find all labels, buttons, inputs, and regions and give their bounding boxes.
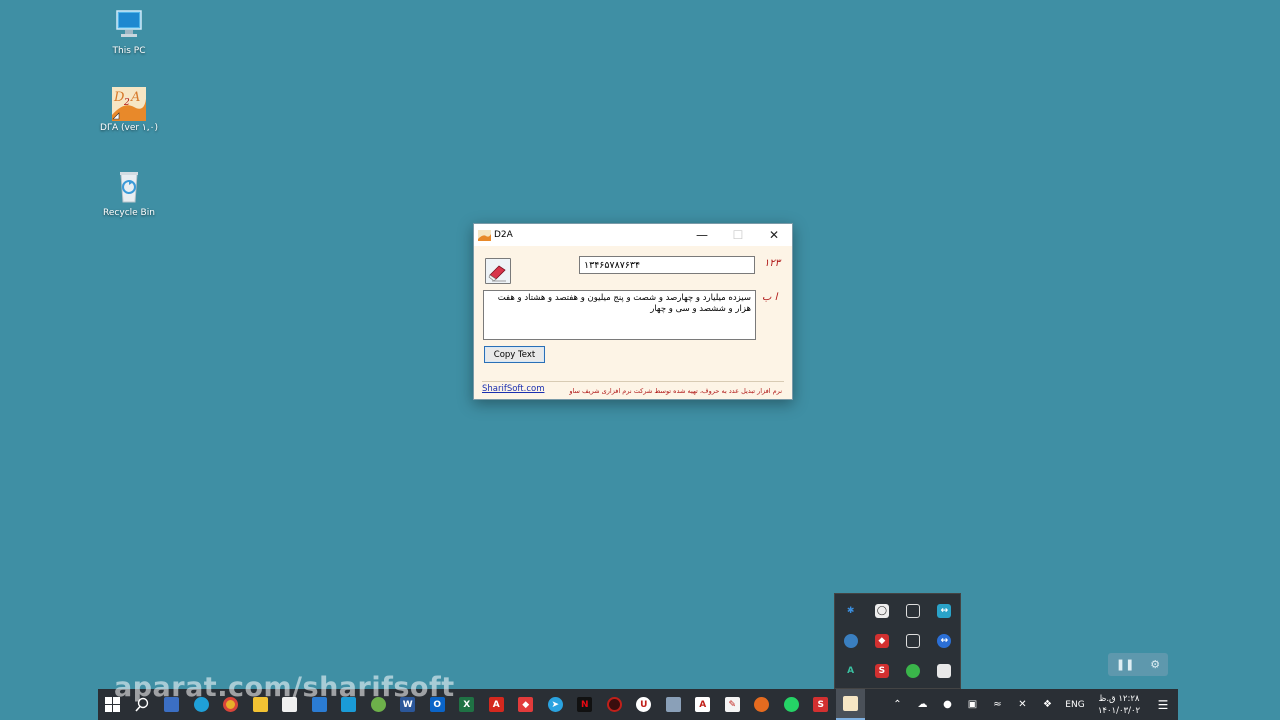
window-titlebar[interactable]: D2A — ☐ ✕ bbox=[474, 224, 792, 246]
number-field-label: ۱۲۳ bbox=[764, 258, 781, 269]
pause-icon[interactable]: ❚❚ bbox=[1116, 658, 1134, 671]
maximize-button: ☐ bbox=[732, 228, 744, 242]
window-title: D2A bbox=[494, 230, 513, 240]
taskbar-app-anydesk[interactable]: ◆ bbox=[511, 689, 541, 720]
onedrive-icon[interactable]: ☁ bbox=[910, 699, 935, 710]
desktop-edge bbox=[1178, 689, 1280, 720]
taskbar-app-network[interactable] bbox=[659, 689, 689, 720]
clock-time: ۱۲:۲۸ ق.ظ bbox=[1098, 693, 1140, 704]
recycle-bin-icon bbox=[110, 170, 148, 204]
desktop-icon-label: This PC bbox=[112, 46, 146, 56]
remote-icon[interactable]: ↔ bbox=[937, 634, 952, 648]
sharifsoft-link[interactable]: SharifSoft.com bbox=[482, 384, 544, 394]
netflix-icon: N bbox=[577, 697, 593, 712]
desktop-icon-label: DΓA (ver ۱,۰) bbox=[100, 123, 158, 133]
camera-icon[interactable] bbox=[906, 634, 921, 648]
network-app-icon bbox=[665, 697, 681, 712]
video-overlay-controls: ❚❚ ⚙ bbox=[1108, 653, 1168, 676]
clear-button[interactable] bbox=[485, 258, 511, 284]
bluetooth-icon[interactable]: ✱ bbox=[844, 604, 858, 618]
taskbar-app-red[interactable] bbox=[600, 689, 630, 720]
usb-drive-icon[interactable] bbox=[906, 604, 921, 618]
clock[interactable]: ۱۲:۲۸ ق.ظ ۱۴۰۱/۰۳/۰۲ bbox=[1090, 693, 1148, 717]
d2a-app-icon bbox=[842, 696, 858, 711]
tray-overflow-popup: ✱ ◯ ↔ ◆ ↔ A S bbox=[834, 593, 961, 689]
microphone-icon[interactable]: ● bbox=[935, 699, 960, 710]
taskbar-app-excel[interactable]: X bbox=[452, 689, 482, 720]
d2a-shortcut-icon: D 2 A bbox=[110, 85, 148, 121]
svg-text:A: A bbox=[130, 90, 140, 105]
copy-text-button[interactable]: Copy Text bbox=[484, 346, 545, 363]
words-output[interactable]: سیزده میلیارد و چهارصد و شصت و پنج میلیو… bbox=[483, 290, 756, 340]
chevron-up-icon[interactable]: ⌃ bbox=[885, 699, 910, 710]
desktop-icon-label: Recycle Bin bbox=[103, 208, 155, 218]
photos-icon[interactable] bbox=[937, 664, 952, 678]
sharifsoft-icon: S bbox=[813, 697, 829, 712]
settings-icon[interactable]: ⚙ bbox=[1150, 658, 1160, 671]
network-globe-icon[interactable] bbox=[843, 634, 858, 648]
d2a-window: D2A — ☐ ✕ ۱۲۳ سیزده میلیارد و چهارصد و ش… bbox=[473, 223, 793, 400]
taskbar-app-netflix[interactable]: N bbox=[570, 689, 600, 720]
minimize-button[interactable]: — bbox=[684, 224, 720, 246]
shield-app-icon: U bbox=[636, 697, 652, 712]
taskbar-app-pen[interactable]: ✎ bbox=[718, 689, 748, 720]
dropbox-icon[interactable]: ❖ bbox=[1035, 699, 1060, 710]
network-icon[interactable]: ▣ bbox=[960, 699, 985, 710]
taskbar-app-telegram[interactable]: ➤ bbox=[541, 689, 571, 720]
taskbar-app-shield[interactable]: U bbox=[629, 689, 659, 720]
anydesk-icon: ◆ bbox=[518, 697, 534, 712]
notification-icon[interactable]: ☰ bbox=[1148, 698, 1178, 712]
security-shield-icon[interactable]: ◯ bbox=[874, 604, 889, 618]
excel-icon: X bbox=[459, 697, 475, 712]
firefox-icon bbox=[754, 697, 770, 712]
autocad-icon: A bbox=[695, 697, 711, 712]
clock-date: ۱۴۰۱/۰۳/۰۲ bbox=[1097, 705, 1141, 716]
taskbar-app-whatsapp[interactable] bbox=[777, 689, 807, 720]
teamviewer-icon[interactable]: ↔ bbox=[937, 604, 952, 618]
system-tray: ⌃ ☁ ● ▣ ≈ ✕ ❖ ENG ۱۲:۲۸ ق.ظ ۱۴۰۱/۰۳/۰۲ ☰ bbox=[885, 689, 1178, 720]
desktop-icon-recycle-bin[interactable]: Recycle Bin bbox=[96, 170, 162, 218]
red-app-icon bbox=[606, 697, 622, 712]
desktop-icon-d2a[interactable]: D 2 A DΓA (ver ۱,۰) bbox=[96, 85, 162, 133]
footer-divider bbox=[482, 381, 784, 382]
whatsapp-icon bbox=[783, 697, 799, 712]
close-button[interactable]: ✕ bbox=[756, 224, 792, 246]
number-input[interactable] bbox=[579, 256, 755, 274]
this-pc-icon bbox=[110, 8, 148, 42]
acrobat-icon: A bbox=[488, 697, 504, 712]
sharifsoft-tray-icon[interactable]: S bbox=[874, 664, 889, 678]
taskbar-app-acrobat[interactable]: A bbox=[482, 689, 512, 720]
desktop-icon-this-pc[interactable]: This PC bbox=[96, 8, 162, 56]
language-indicator[interactable]: ENG bbox=[1060, 700, 1090, 710]
taskbar-app-autocad[interactable]: A bbox=[688, 689, 718, 720]
words-field-label: ا ب bbox=[762, 292, 778, 303]
eraser-icon bbox=[488, 265, 506, 282]
watermark: aparat.com/sharifsoft bbox=[114, 672, 455, 703]
wifi-icon[interactable]: ≈ bbox=[985, 699, 1010, 710]
volume-muted-icon[interactable]: ✕ bbox=[1010, 699, 1035, 710]
autocad-icon[interactable]: A bbox=[844, 664, 858, 678]
svg-text:2: 2 bbox=[123, 98, 130, 108]
d2a-app-icon bbox=[478, 229, 491, 241]
taskbar-app-d2a[interactable] bbox=[835, 689, 865, 720]
pen-app-icon: ✎ bbox=[724, 697, 740, 712]
footer-description: نرم افزار تبدیل عدد به حروف، تهیه شده تو… bbox=[569, 387, 782, 395]
anydesk-icon[interactable]: ◆ bbox=[874, 634, 889, 648]
taskbar-app-sharifsoft[interactable]: S bbox=[806, 689, 836, 720]
taskbar-app-firefox[interactable] bbox=[747, 689, 777, 720]
green-app-icon[interactable] bbox=[906, 664, 921, 678]
telegram-icon: ➤ bbox=[547, 697, 563, 712]
